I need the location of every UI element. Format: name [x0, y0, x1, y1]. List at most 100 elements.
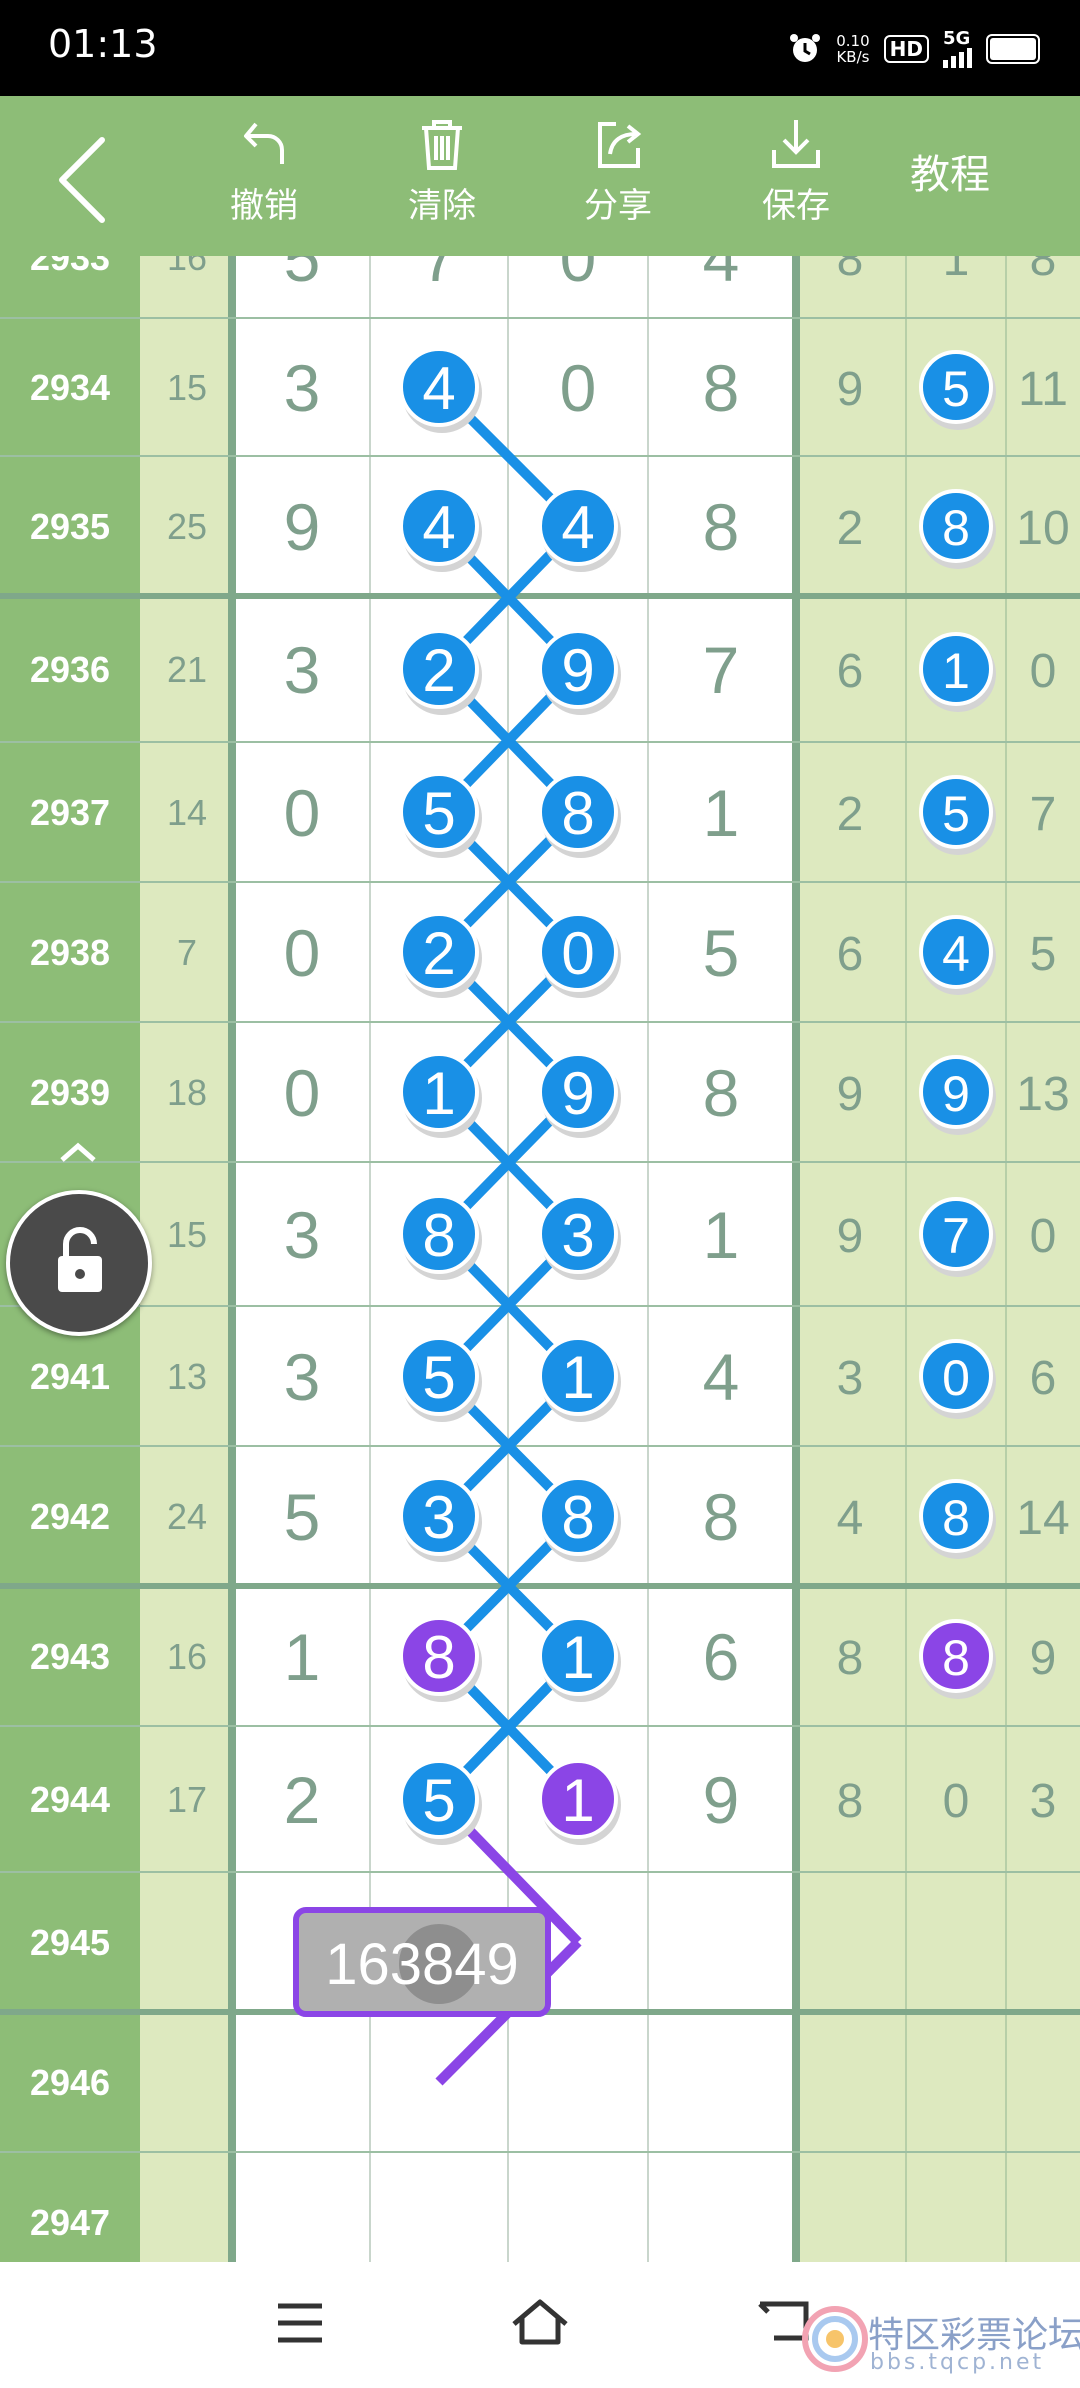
- circled-digit: 8: [422, 1624, 455, 1691]
- trend-grid[interactable]: 2933 16 5 7 0 4 8 1 8 2934 15 3 4 0 8 9 5 11 2935 25 9 4 4 8 2 8 1…: [0, 256, 1080, 2262]
- home-icon[interactable]: [510, 2296, 570, 2346]
- grid-hline: [0, 317, 1080, 319]
- circled-digit: 4: [422, 494, 455, 561]
- stat-value: 3: [1030, 1775, 1057, 1828]
- digit: 3: [284, 633, 321, 707]
- share-button[interactable]: 分享: [558, 114, 678, 227]
- circled-digit: 3: [422, 1484, 455, 1551]
- row-id: 2936: [30, 649, 110, 690]
- row-id: 2947: [30, 2202, 110, 2243]
- stat-value: 1: [943, 256, 970, 286]
- row-id: 2942: [30, 1496, 110, 1537]
- digit: 8: [703, 351, 740, 425]
- digit: 2: [284, 1763, 321, 1837]
- digit: 8: [703, 490, 740, 564]
- circled-digit: 4: [422, 355, 455, 422]
- row-id: 2934: [30, 367, 110, 408]
- circled-digit: 5: [422, 1767, 455, 1834]
- toolbar: 撤销 清除 分享 保存 教程: [0, 96, 1080, 256]
- stat-value: 0: [1030, 645, 1057, 698]
- grid-hline: [0, 593, 1080, 599]
- stat-value: 9: [837, 1068, 864, 1121]
- digit: 7: [703, 633, 740, 707]
- digit: 3: [284, 1340, 321, 1414]
- save-button[interactable]: 保存: [736, 114, 856, 227]
- circled-digit: 5: [422, 780, 455, 847]
- grid-hline: [0, 2151, 1080, 2153]
- menu-icon[interactable]: [276, 2302, 324, 2344]
- save-label: 保存: [762, 186, 830, 226]
- stat-circled-value: 4: [942, 926, 970, 982]
- digit: 3: [284, 351, 321, 425]
- grid-hline: [0, 881, 1080, 883]
- digit: 1: [703, 1198, 740, 1272]
- digit: 8: [703, 1480, 740, 1554]
- back-button[interactable]: [44, 122, 134, 232]
- stat-value: 14: [1016, 1492, 1069, 1545]
- watermark-logo-icon: [802, 2306, 868, 2372]
- grid-hline: [0, 1305, 1080, 1307]
- stat-circled-value: 8: [942, 500, 970, 556]
- grid-hline: [0, 1445, 1080, 1447]
- stat-value: 9: [837, 363, 864, 416]
- digit: 6: [703, 1620, 740, 1694]
- digit: 7: [421, 256, 458, 295]
- row-id: 2938: [30, 932, 110, 973]
- tutorial-button[interactable]: 教程: [910, 142, 990, 200]
- trend-grid-canvas[interactable]: 2933 16 5 7 0 4 8 1 82934 15 3 4 0 8 9 5 112935 25 9 4 4 8 2 8 1…: [0, 256, 1080, 2262]
- digit: 0: [284, 1056, 321, 1130]
- row-sum: 15: [167, 367, 207, 408]
- row-id: 2937: [30, 792, 110, 833]
- stat-value: 7: [1030, 788, 1057, 841]
- share-icon: [598, 122, 642, 168]
- chevron-up-icon[interactable]: [58, 1140, 98, 1164]
- circled-digit: 3: [561, 1202, 594, 1269]
- battery-icon: [986, 34, 1040, 64]
- row-id: 2944: [30, 1779, 110, 1820]
- circled-digit: 2: [422, 637, 455, 704]
- clear-button[interactable]: 清除: [382, 114, 502, 227]
- circled-digit: 1: [561, 1767, 594, 1834]
- grid-hline: [0, 455, 1080, 457]
- circled-digit: 0: [561, 920, 594, 987]
- grid-divider: [228, 256, 236, 2262]
- clear-label: 清除: [408, 186, 476, 226]
- alarm-icon: [790, 34, 821, 62]
- circled-digit: 8: [561, 1484, 594, 1551]
- clock: 01:13: [48, 22, 158, 66]
- digit: 1: [284, 1620, 321, 1694]
- status-icons: 0.10 KB/s HD 5G: [788, 30, 1040, 68]
- digit: 3: [284, 1198, 321, 1272]
- row-sum: 16: [167, 1636, 207, 1677]
- stat-value: 9: [837, 1210, 864, 1263]
- circled-digit: 8: [422, 1202, 455, 1269]
- row-id: 2946: [30, 2062, 110, 2103]
- stat-value: 8: [1030, 256, 1057, 286]
- row-sum: 15: [167, 1214, 207, 1255]
- row-sum: 7: [177, 932, 197, 973]
- digit: 1: [703, 776, 740, 850]
- stat-circled-value: 0: [942, 1350, 970, 1406]
- stat-circled-value: 8: [942, 1630, 970, 1686]
- share-label: 分享: [584, 186, 652, 226]
- stat-circled-value: 9: [942, 1066, 970, 1122]
- circled-digit: 2: [422, 920, 455, 987]
- stat-value: 6: [837, 645, 864, 698]
- digit: 4: [703, 256, 740, 295]
- row-sum: 25: [167, 506, 207, 547]
- undo-button[interactable]: 撤销: [204, 114, 324, 227]
- stat-value: 10: [1016, 502, 1069, 555]
- stat-value: 13: [1016, 1068, 1069, 1121]
- stat-value: 5: [1030, 928, 1057, 981]
- prediction-label: 163849: [325, 1932, 519, 1997]
- download-icon: [772, 120, 820, 168]
- lock-button[interactable]: [6, 1190, 152, 1336]
- stat-value: 8: [837, 1632, 864, 1685]
- stat-value: 6: [1030, 1352, 1057, 1405]
- circled-digit: 9: [561, 637, 594, 704]
- row-id: 2943: [30, 1636, 110, 1677]
- stat-value: 8: [837, 256, 864, 286]
- status-bar: 01:13 0.10 KB/s HD 5G: [0, 0, 1080, 96]
- circled-digit: 4: [561, 494, 594, 561]
- stat-value: 0: [1030, 1210, 1057, 1263]
